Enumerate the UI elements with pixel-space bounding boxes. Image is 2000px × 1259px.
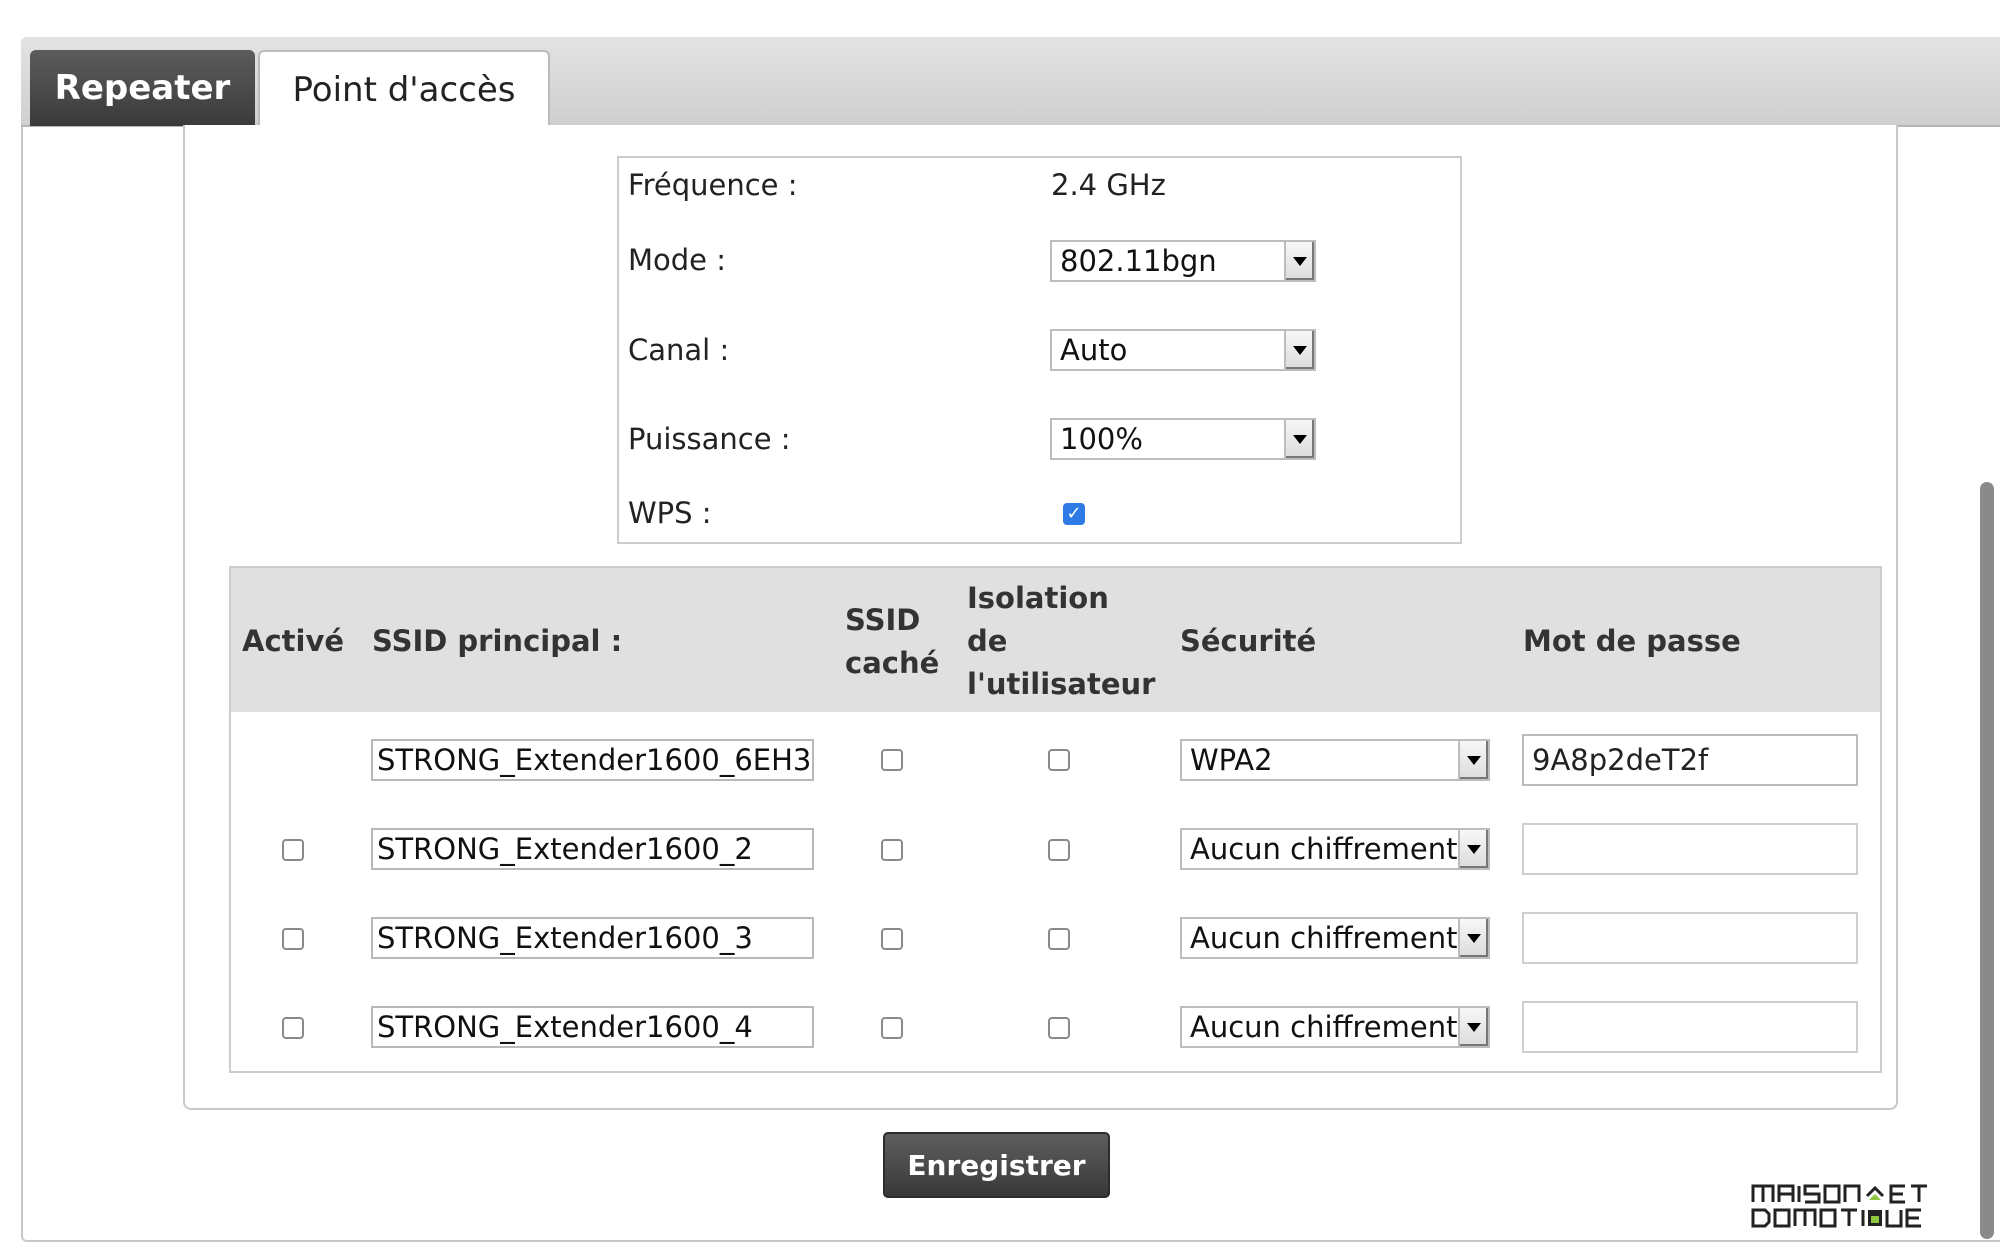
password-input-2[interactable] xyxy=(1522,823,1858,875)
header-isolation-line2: de xyxy=(967,624,1008,658)
power-select-value: 100% xyxy=(1060,422,1143,456)
power-select[interactable]: 100% xyxy=(1050,418,1316,460)
hidden-checkbox-4[interactable] xyxy=(881,1017,903,1039)
chevron-down-icon xyxy=(1458,741,1488,779)
isolation-checkbox-1[interactable] xyxy=(1048,749,1070,771)
hidden-checkbox-1[interactable] xyxy=(881,749,903,771)
power-label: Puissance : xyxy=(628,422,791,456)
chevron-down-icon xyxy=(1458,1008,1488,1046)
channel-label: Canal : xyxy=(628,333,730,367)
security-select-value-3: Aucun chiffrement xyxy=(1190,921,1458,955)
tab-repeater[interactable]: Repeater xyxy=(30,50,255,126)
wps-label: WPS : xyxy=(628,496,712,530)
security-select-1[interactable]: WPA2 xyxy=(1180,739,1490,781)
channel-select[interactable]: Auto xyxy=(1050,329,1316,371)
hidden-checkbox-2[interactable] xyxy=(881,839,903,861)
header-password: Mot de passe xyxy=(1523,624,1741,658)
password-input-3[interactable] xyxy=(1522,912,1858,964)
scrollbar-thumb[interactable] xyxy=(1980,482,1994,1239)
ssid-input-4[interactable]: STRONG_Extender1600_4 xyxy=(371,1006,814,1048)
header-isolation: Isolation de l'utilisateur xyxy=(967,577,1155,706)
header-active: Activé xyxy=(242,624,345,658)
header-hidden: SSID caché xyxy=(845,599,939,685)
chevron-down-icon xyxy=(1458,919,1488,957)
save-button[interactable]: Enregistrer xyxy=(883,1132,1110,1198)
checkmark-icon: ✓ xyxy=(1066,503,1082,524)
security-select-3[interactable]: Aucun chiffrement xyxy=(1180,917,1490,959)
security-select-2[interactable]: Aucun chiffrement xyxy=(1180,828,1490,870)
chevron-down-icon xyxy=(1284,331,1314,369)
header-isolation-line3: l'utilisateur xyxy=(967,667,1156,701)
wps-checkbox[interactable]: ✓ xyxy=(1063,503,1085,525)
channel-select-value: Auto xyxy=(1060,333,1128,367)
chevron-down-icon xyxy=(1458,830,1488,868)
header-ssid: SSID principal : xyxy=(372,624,623,658)
isolation-checkbox-3[interactable] xyxy=(1048,928,1070,950)
chevron-down-icon xyxy=(1284,242,1314,280)
password-input-1[interactable]: 9A8p2deT2f xyxy=(1522,734,1858,786)
security-select-value-1: WPA2 xyxy=(1190,743,1273,777)
header-isolation-line1: Isolation xyxy=(967,581,1109,615)
active-checkbox-2[interactable] xyxy=(282,839,304,861)
mode-label: Mode : xyxy=(628,243,727,277)
ssid-input-3[interactable]: STRONG_Extender1600_3 xyxy=(371,917,814,959)
security-select-value-2: Aucun chiffrement xyxy=(1190,832,1458,866)
chevron-down-icon xyxy=(1284,420,1314,458)
tab-access-point[interactable]: Point d'accès xyxy=(258,50,550,131)
security-select-4[interactable]: Aucun chiffrement xyxy=(1180,1006,1490,1048)
radio-settings-box xyxy=(617,156,1462,544)
ssid-input-2[interactable]: STRONG_Extender1600_2 xyxy=(371,828,814,870)
header-hidden-line1: SSID xyxy=(845,603,921,637)
security-select-value-4: Aucun chiffrement xyxy=(1190,1010,1458,1044)
active-checkbox-3[interactable] xyxy=(282,928,304,950)
ssid-input-1[interactable]: STRONG_Extender1600_6EH3 xyxy=(371,739,814,781)
hidden-checkbox-3[interactable] xyxy=(881,928,903,950)
password-input-4[interactable] xyxy=(1522,1001,1858,1053)
mode-select[interactable]: 802.11bgn xyxy=(1050,240,1316,282)
frequency-value: 2.4 GHz xyxy=(1051,168,1166,202)
isolation-checkbox-2[interactable] xyxy=(1048,839,1070,861)
mode-select-value: 802.11bgn xyxy=(1060,244,1217,278)
header-hidden-line2: caché xyxy=(845,646,940,680)
maison-et-domotique-logo xyxy=(1751,1184,1927,1228)
frequency-label: Fréquence : xyxy=(628,168,798,202)
active-checkbox-4[interactable] xyxy=(282,1017,304,1039)
header-security: Sécurité xyxy=(1180,624,1317,658)
isolation-checkbox-4[interactable] xyxy=(1048,1017,1070,1039)
